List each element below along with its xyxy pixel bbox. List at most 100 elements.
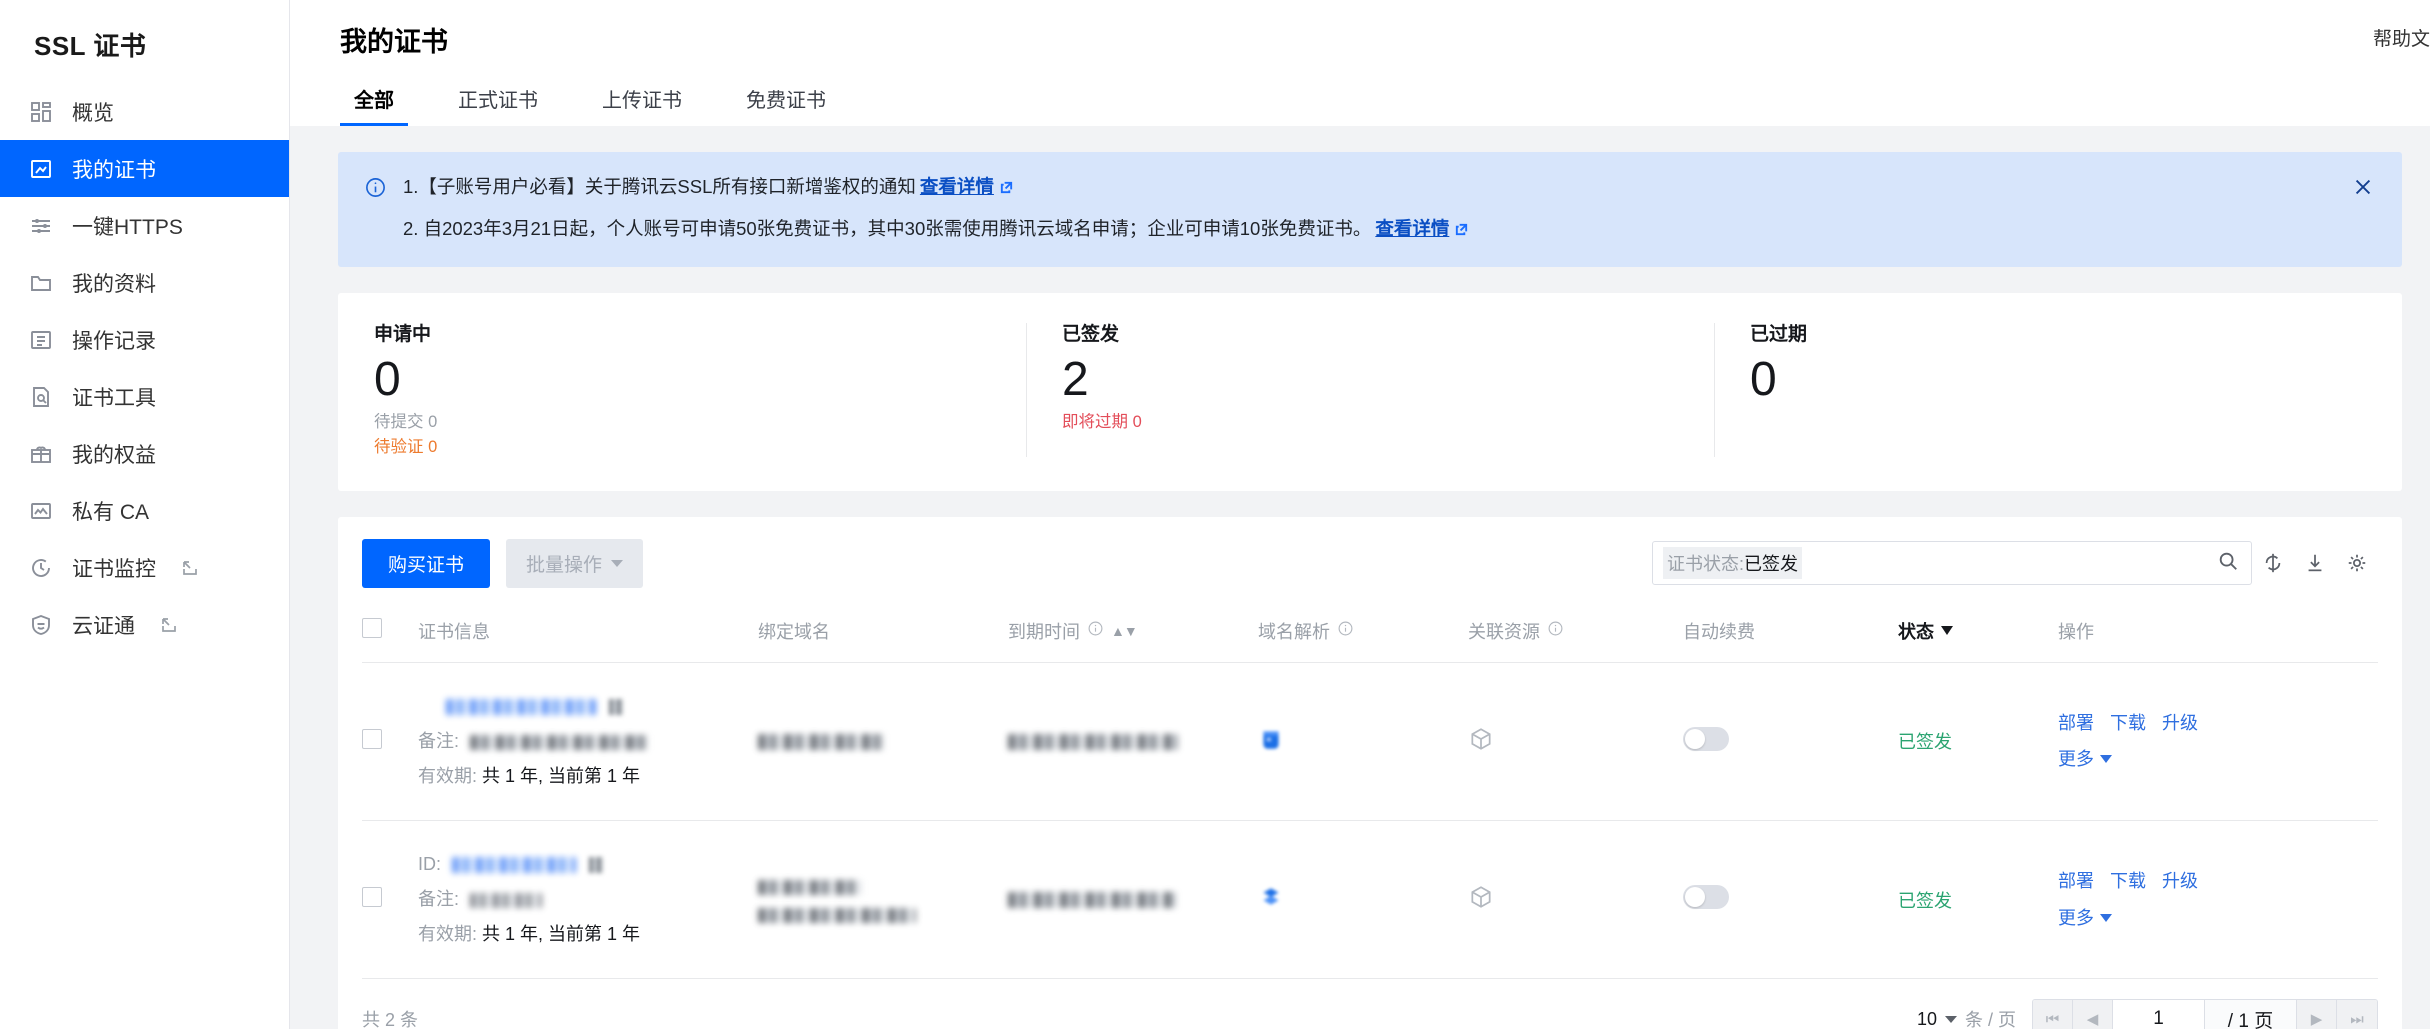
sidebar-item-operation-log[interactable]: 操作记录 (0, 311, 289, 368)
column-label: 状态 (1898, 621, 1934, 642)
tab-all[interactable]: 全部 (340, 84, 408, 126)
tab-free-cert[interactable]: 免费证书 (732, 84, 840, 126)
notice-line-1: 1.【子账号用户必看】关于腾讯云SSL所有接口新增鉴权的通知 查看详情 (403, 174, 1469, 203)
sidebar-item-label: 我的资料 (72, 272, 156, 296)
status-badge: 已签发 (1898, 890, 1952, 911)
cell-status: 已签发 (1898, 820, 2058, 980)
sidebar-item-label: 我的证书 (72, 158, 156, 182)
sidebar: SSL 证书 概览 我的证书 一键HTTPS 我的资料 操作记录 证书工具 我的… (0, 0, 290, 1029)
select-all-checkbox[interactable] (362, 618, 382, 639)
page-first-icon[interactable]: ⏮ (2033, 1000, 2073, 1029)
page-next-icon[interactable]: ▶ (2297, 1000, 2337, 1029)
sidebar-item-cloud-cert[interactable]: 云证通 (0, 596, 289, 653)
sidebar-item-overview[interactable]: 概览 (0, 83, 289, 140)
sidebar-item-my-certificates[interactable]: 我的证书 (0, 140, 289, 197)
page-last-icon[interactable]: ⏭ (2337, 1000, 2377, 1029)
sidebar-item-cert-tools[interactable]: 证书工具 (0, 368, 289, 425)
tab-formal-cert[interactable]: 正式证书 (444, 84, 552, 126)
note-label: 备注: (418, 730, 460, 751)
sidebar-item-my-benefits[interactable]: 我的权益 (0, 425, 289, 482)
sort-icon[interactable]: ▲▼ (1111, 623, 1138, 639)
chevron-down-icon[interactable] (2100, 913, 2112, 922)
cell-auto-renew (1683, 662, 1898, 822)
cell-expiry-time (1008, 820, 1258, 980)
action-upgrade[interactable]: 升级 (2162, 713, 2198, 733)
cert-id-redacted (446, 699, 596, 715)
cert-id-line: ID: (418, 847, 758, 882)
refresh-icon[interactable] (2252, 542, 2294, 584)
tab-bar: 全部 正式证书 上传证书 免费证书 (290, 84, 2430, 126)
action-deploy[interactable]: 部署 (2058, 713, 2094, 733)
auto-renew-toggle[interactable] (1683, 726, 1729, 751)
search-input[interactable]: 证书状态: 已签发 (1652, 541, 2252, 586)
external-link-icon (1454, 218, 1469, 245)
table-body: 备注: 有效期: 共 1 年, 当前第 1 年 已签发 部署 下载 升级 更多 … (362, 662, 2378, 980)
sidebar-item-one-click-https[interactable]: 一键HTTPS (0, 197, 289, 254)
row-checkbox[interactable] (362, 728, 382, 749)
notice-link[interactable]: 查看详情 (920, 176, 994, 197)
buy-certificate-button[interactable]: 购买证书 (362, 538, 491, 588)
filter-icon[interactable] (1941, 626, 1953, 636)
action-deploy[interactable]: 部署 (2058, 871, 2094, 891)
cube-icon[interactable] (1468, 728, 1494, 756)
column-expiry-time[interactable]: 到期时间 ▲▼ (1008, 607, 1258, 663)
copy-icon[interactable] (609, 699, 624, 715)
column-bound-domain: 绑定域名 (758, 607, 1008, 663)
close-icon[interactable] (2352, 176, 2374, 203)
notice-text: 2. 自2023年3月21日起，个人账号可申请50张免费证书，其中30张需使用腾… (403, 217, 1372, 239)
sidebar-title: SSL 证书 (34, 31, 147, 61)
help-doc-link[interactable]: 帮助文 (2373, 24, 2430, 51)
search-icon[interactable] (2217, 550, 2239, 577)
row-checkbox[interactable] (362, 887, 382, 908)
page-number-input[interactable]: 1 (2113, 1000, 2205, 1029)
sidebar-item-cert-monitor[interactable]: 证书监控 (0, 539, 289, 596)
auto-renew-toggle[interactable] (1683, 885, 1729, 910)
stat-card-expired: 已过期 0 (1714, 319, 2402, 461)
stat-label: 已签发 (1062, 323, 1120, 345)
page-prev-icon[interactable]: ◀ (2073, 1000, 2113, 1029)
cell-actions: 部署 下载 升级 更多 (2058, 662, 2378, 822)
cert-id-line (418, 689, 758, 724)
action-more[interactable]: 更多 (2058, 749, 2094, 769)
monitor-clock-icon (28, 555, 54, 581)
sidebar-item-label: 操作记录 (72, 329, 156, 353)
column-cert-info: 证书信息 (418, 607, 758, 663)
cube-icon[interactable] (1468, 886, 1494, 914)
table-header: 证书信息 绑定域名 到期时间 ▲▼ 域名解析 关联资源 自动续费 状态 操作 (362, 607, 2378, 663)
cloud-dns-icon[interactable] (1258, 731, 1284, 756)
action-download[interactable]: 下载 (2110, 871, 2146, 891)
page-title: 我的证书 (340, 27, 448, 57)
sidebar-item-my-materials[interactable]: 我的资料 (0, 254, 289, 311)
column-status[interactable]: 状态 (1898, 607, 2058, 663)
cert-validity-line: 有效期: 共 1 年, 当前第 1 年 (418, 759, 758, 794)
gift-icon (28, 441, 54, 467)
chevron-down-icon[interactable] (2100, 755, 2112, 764)
cell-expiry-time (1008, 662, 1258, 822)
row-select-cell (362, 662, 418, 822)
info-icon[interactable] (1087, 620, 1104, 642)
info-icon[interactable] (1337, 620, 1354, 642)
main-area: 我的证书 帮助文 全部 正式证书 上传证书 免费证书 1.【子账号用户必看】关于… (290, 0, 2430, 1029)
copy-icon[interactable] (589, 857, 604, 874)
cert-validity-line: 有效期: 共 1 年, 当前第 1 年 (418, 917, 758, 952)
info-icon[interactable] (1547, 620, 1564, 642)
notice-line-2: 2. 自2023年3月21日起，个人账号可申请50张免费证书，其中30张需使用腾… (403, 216, 1469, 245)
action-upgrade[interactable]: 升级 (2162, 871, 2198, 891)
total-count-label: 共 2 条 (362, 1010, 419, 1029)
settings-icon[interactable] (2336, 542, 2378, 584)
download-icon[interactable] (2294, 542, 2336, 584)
action-download[interactable]: 下载 (2110, 713, 2146, 733)
stat-label: 申请中 (374, 323, 432, 345)
sidebar-item-private-ca[interactable]: 私有 CA (0, 482, 289, 539)
batch-operation-button[interactable]: 批量操作 (506, 538, 644, 588)
cell-actions: 部署 下载 升级 更多 (2058, 820, 2378, 980)
cell-status: 已签发 (1898, 662, 2058, 822)
action-more[interactable]: 更多 (2058, 908, 2094, 928)
note-redacted (470, 734, 649, 750)
external-link-icon (182, 560, 198, 576)
tab-upload-cert[interactable]: 上传证书 (588, 84, 696, 126)
status-badge: 已签发 (1898, 732, 1952, 753)
notice-link[interactable]: 查看详情 (1375, 218, 1449, 239)
page-size-select[interactable]: 10 条 / 页 (1917, 1006, 2016, 1029)
cloud-dns-icon[interactable] (1258, 888, 1284, 914)
